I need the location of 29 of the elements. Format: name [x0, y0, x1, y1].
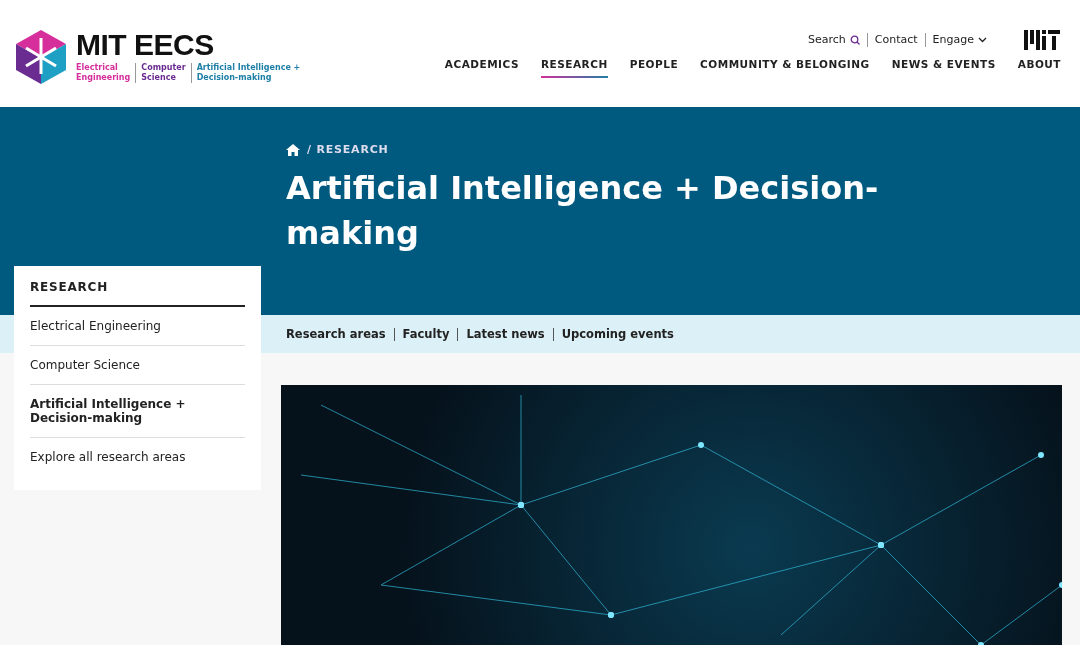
- search-icon: [849, 35, 860, 45]
- cube-logo-icon: [16, 29, 66, 84]
- sub-nav-link[interactable]: Faculty: [393, 327, 458, 341]
- chevron-down-icon: [978, 37, 987, 43]
- sidebar-item[interactable]: Computer Science: [30, 346, 245, 385]
- sidebar-item[interactable]: Explore all research areas: [30, 438, 245, 476]
- breadcrumb-link[interactable]: / RESEARCH: [307, 143, 389, 156]
- sidebar-item[interactable]: Artificial Intelligence + Decision-making: [30, 385, 245, 438]
- mit-logo-icon[interactable]: [1024, 30, 1060, 50]
- contact-link[interactable]: Contact: [866, 33, 925, 47]
- main-nav-link[interactable]: RESEARCH: [541, 58, 608, 78]
- logo-unit-label: Computer Science: [135, 63, 186, 83]
- sidebar-heading: RESEARCH: [30, 280, 245, 307]
- page-title: Artificial Intelligence + Decision-making: [286, 168, 880, 254]
- search-link[interactable]: Search: [801, 33, 867, 47]
- sidebar-item[interactable]: Electrical Engineering: [30, 307, 245, 346]
- logo-unit-label: Electrical Engineering: [76, 63, 131, 83]
- sub-nav-link[interactable]: Latest news: [457, 327, 553, 341]
- logo-wordmark[interactable]: MIT EECS: [76, 30, 301, 60]
- main-nav-link[interactable]: PEOPLE: [629, 58, 679, 78]
- engage-dropdown[interactable]: Engage: [924, 33, 994, 47]
- main-nav-link[interactable]: NEWS & EVENTS: [891, 58, 996, 78]
- home-icon[interactable]: [286, 143, 300, 156]
- sub-nav-link[interactable]: Upcoming events: [552, 327, 682, 341]
- main-nav-link[interactable]: ACADEMICS: [444, 58, 519, 78]
- main-nav-link[interactable]: COMMUNITY & BELONGING: [700, 58, 870, 78]
- main-nav-link[interactable]: ABOUT: [1017, 58, 1061, 78]
- logo-unit-label: Artificial Intelligence + Decision-making: [190, 63, 301, 83]
- sub-nav-link[interactable]: Research areas: [286, 327, 394, 341]
